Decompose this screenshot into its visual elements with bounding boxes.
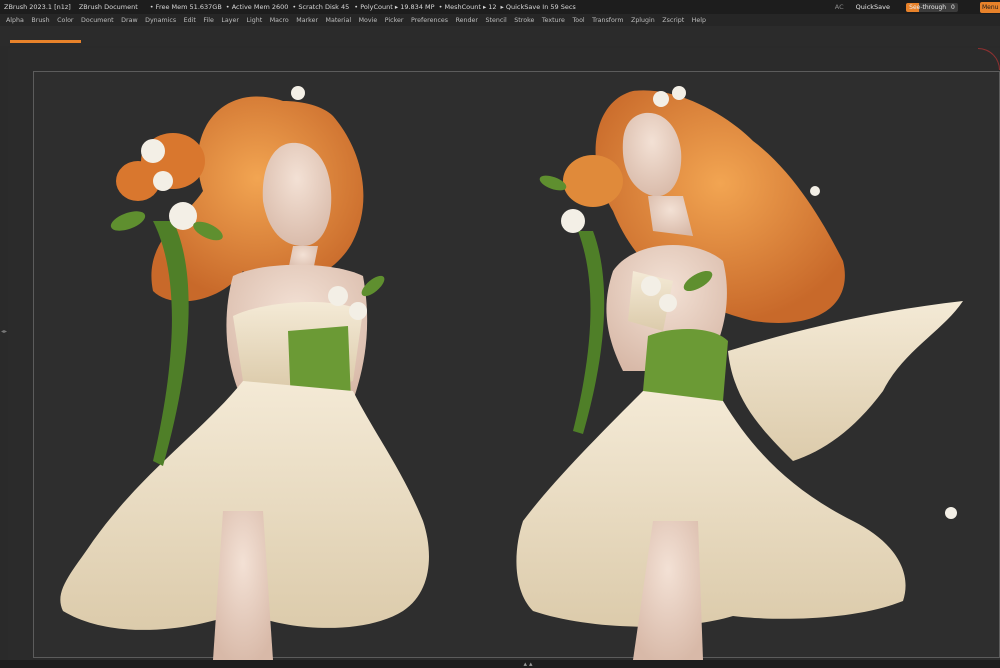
active-mem-status: • Active Mem 2600 <box>225 3 289 11</box>
right-figure <box>516 86 963 660</box>
title-bar: ZBrush 2023.1 [n1z] ZBrush Document • Fr… <box>0 0 1000 14</box>
bottom-tray <box>0 660 1000 668</box>
active-tab-indicator <box>10 40 81 43</box>
menu-macro[interactable]: Macro <box>270 17 289 24</box>
app-title: ZBrush 2023.1 [n1z] <box>4 3 71 11</box>
scratch-disk-status: • Scratch Disk 45 <box>292 3 350 11</box>
menu-material[interactable]: Material <box>326 17 352 24</box>
menu-tool[interactable]: Tool <box>572 17 584 24</box>
document-title: ZBrush Document <box>78 3 138 11</box>
titlebar-right-controls: AC QuickSave See-through 0 Menu <box>835 0 1000 14</box>
menu-layer[interactable]: Layer <box>221 17 239 24</box>
free-mem-status: • Free Mem 51.637GB <box>149 3 222 11</box>
menu-draw[interactable]: Draw <box>121 17 137 24</box>
menu-stencil[interactable]: Stencil <box>486 17 507 24</box>
menu-brush[interactable]: Brush <box>31 17 49 24</box>
menu-render[interactable]: Render <box>456 17 478 24</box>
menu-preferences[interactable]: Preferences <box>411 17 448 24</box>
sculpt-render <box>60 86 963 660</box>
menu-dynamics[interactable]: Dynamics <box>145 17 176 24</box>
menu-zplugin[interactable]: Zplugin <box>631 17 655 24</box>
left-figure <box>60 86 429 660</box>
see-through-slider[interactable]: See-through 0 <box>906 2 958 12</box>
menu-edit[interactable]: Edit <box>184 17 196 24</box>
menu-transform[interactable]: Transform <box>592 17 623 24</box>
menu-alpha[interactable]: Alpha <box>6 17 24 24</box>
menu-zscript[interactable]: Zscript <box>662 17 684 24</box>
menus-button[interactable]: Menu <box>980 1 1000 13</box>
mesh-count-status: • MeshCount ▸ 12 <box>438 3 497 11</box>
menu-document[interactable]: Document <box>81 17 114 24</box>
menu-picker[interactable]: Picker <box>385 17 404 24</box>
tray-grip-icon: ◂▸ <box>1 328 8 335</box>
menu-help[interactable]: Help <box>692 17 706 24</box>
quicksave-timer: ▸ QuickSave In 59 Secs <box>500 3 576 11</box>
menu-marker[interactable]: Marker <box>296 17 318 24</box>
menu-color[interactable]: Color <box>57 17 73 24</box>
see-through-value: 0 <box>951 3 955 11</box>
top-shelf <box>0 26 1000 46</box>
quicksave-button[interactable]: QuickSave <box>856 3 890 11</box>
menu-light[interactable]: Light <box>246 17 262 24</box>
menu-file[interactable]: File <box>203 17 214 24</box>
ac-label[interactable]: AC <box>835 3 844 11</box>
see-through-label: See-through <box>909 3 947 11</box>
menu-movie[interactable]: Movie <box>359 17 378 24</box>
menu-texture[interactable]: Texture <box>542 17 565 24</box>
bottom-tray-toggle-icon[interactable]: ▴▴ <box>518 660 540 668</box>
left-tray-handle[interactable]: ◂▸ <box>0 300 8 370</box>
poly-count-status: • PolyCount ▸ 19.834 MP <box>354 3 435 11</box>
menu-stroke[interactable]: Stroke <box>514 17 534 24</box>
menu-bar: Alpha Brush Color Document Draw Dynamics Edit F… <box>0 14 1000 26</box>
